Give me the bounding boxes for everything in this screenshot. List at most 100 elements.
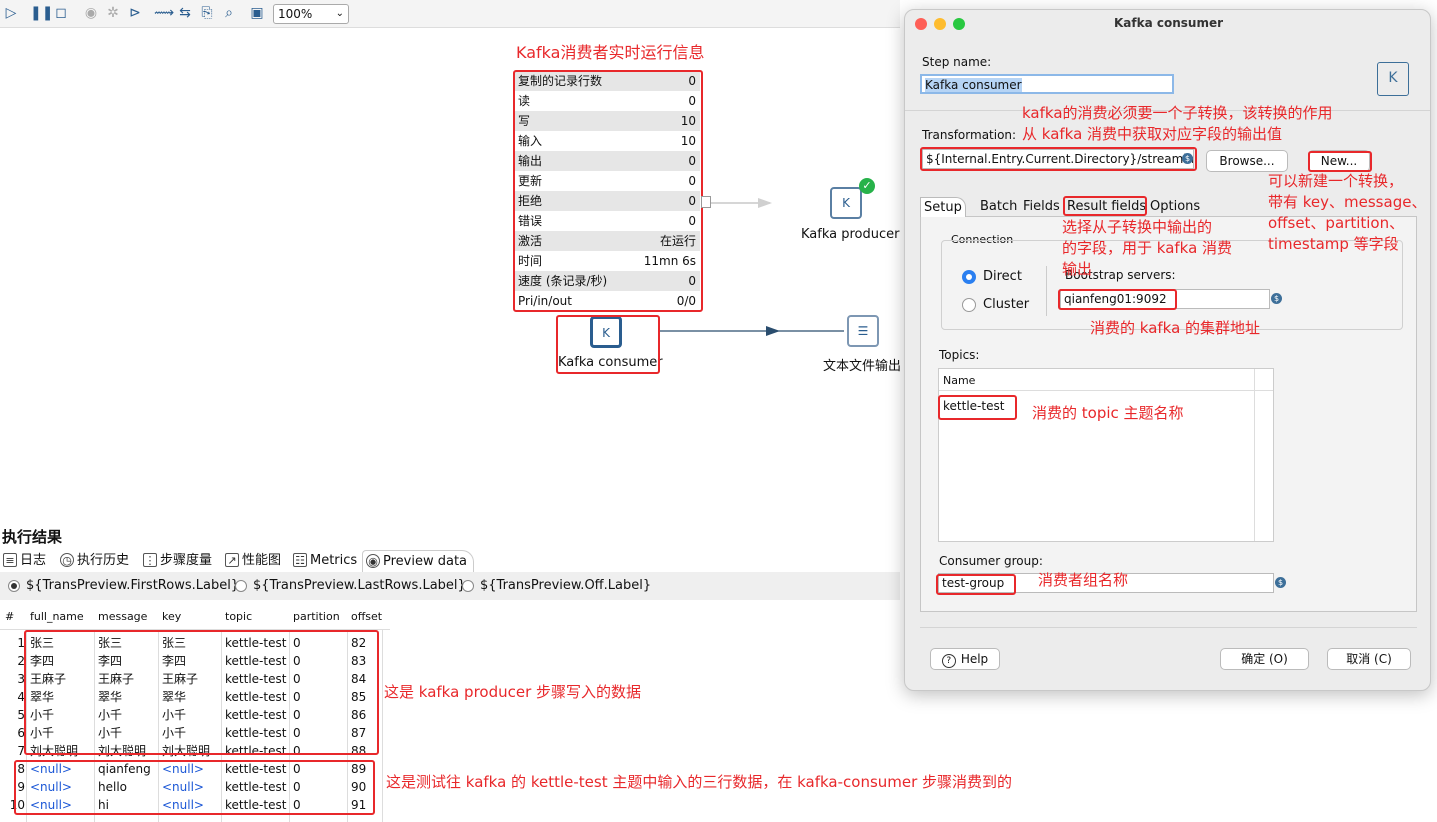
run-icon[interactable]: ▷ (2, 4, 20, 22)
minimize-window-button[interactable] (934, 18, 946, 30)
tab-preview-label: Preview data (383, 554, 468, 569)
logo-letter: K (1388, 70, 1398, 86)
tab-history-label: 执行历史 (77, 553, 130, 568)
new-note-line: offset、partition、 (1268, 214, 1405, 232)
result-fields-note-line: 的字段，用于 kafka 消费 (1062, 239, 1233, 257)
metrics-title: Kafka消费者实时运行信息 (516, 43, 705, 62)
help-button[interactable]: ? Help (930, 648, 1000, 670)
ok-button[interactable]: 确定 (O) (1220, 648, 1309, 670)
hop-arrow-text-output (766, 326, 780, 336)
footer-divider (920, 627, 1417, 628)
radio-dot (966, 274, 972, 280)
tab-metrics[interactable]: ☷ Metrics (290, 550, 357, 572)
tab-batch[interactable]: Batch (977, 197, 1020, 217)
grid-toggle-icon[interactable]: ▣ (248, 4, 266, 22)
dialog-titlebar: Kafka consumer (905, 10, 1430, 36)
file-icon: ☰ (857, 324, 869, 338)
new-note-line: timestamp 等字段 (1268, 235, 1399, 253)
consumer-group-label: Consumer group: (939, 554, 1043, 568)
grid-column-header[interactable]: message (98, 610, 147, 623)
transformation-note-2: 从 kafka 消费中获取对应字段的输出值 (1022, 125, 1283, 143)
grid-column-header[interactable]: # (5, 610, 14, 623)
transformation-highlight (920, 147, 1197, 171)
pause-icon[interactable]: ❚❚ (30, 4, 53, 22)
transformation-note-1: kafka的消费必须要一个子转换，该转换的作用 (1022, 104, 1333, 122)
tab-history[interactable]: ◷ 执行历史 (57, 550, 129, 572)
text-output-step-icon[interactable]: ☰ (847, 315, 879, 347)
cancel-button[interactable]: 取消 (C) (1327, 648, 1411, 670)
new-note-line: 可以新建一个转换， (1268, 172, 1404, 190)
bootstrap-note: 消费的 kafka 的集群地址 (1090, 319, 1261, 337)
gantt-icon: ☷ (293, 553, 307, 567)
radio-last-rows[interactable]: ${TransPreview.LastRows.Label} (235, 578, 466, 594)
chart-icon: ↗ (225, 553, 239, 567)
chevron-down-icon: ⌄ (335, 8, 344, 19)
new-note: 可以新建一个转换， 带有 key、message、 offset、partiti… (1268, 171, 1426, 255)
radio-off-label: ${TransPreview.Off.Label} (480, 578, 652, 593)
consumer-rows-note: 这是测试往 kafka 的 kettle-test 主题中输入的三行数据，在 k… (386, 773, 1013, 791)
result-fields-note-line: 输出 (1062, 260, 1093, 278)
radio-first-rows[interactable]: ${TransPreview.FirstRows.Label} (8, 578, 239, 594)
radio-last-rows-label: ${TransPreview.LastRows.Label} (253, 578, 466, 593)
tab-metrics-label: Metrics (310, 553, 358, 568)
zoom-window-button[interactable] (953, 18, 965, 30)
preview-icon[interactable]: ◉ (82, 4, 100, 22)
topics-name-header: Name (943, 374, 976, 387)
preview-mode-row: ${TransPreview.FirstRows.Label} ${TransP… (0, 572, 900, 600)
tab-performance[interactable]: ↗ 性能图 (222, 550, 281, 572)
impact-icon[interactable]: ⇆ (176, 4, 194, 22)
consumer-rows-highlight (14, 760, 375, 815)
sql-icon[interactable]: ⎘ (198, 4, 216, 22)
radio-direct[interactable] (962, 270, 976, 284)
tab-fields[interactable]: Fields (1020, 197, 1063, 217)
results-tabs: ≡ 日志 ◷ 执行历史 ⋮ 步骤度量 ↗ 性能图 ☷ Metrics ◉ Preview d… (0, 550, 900, 572)
consumer-group-note: 消费者组名称 (1038, 571, 1129, 589)
tab-setup[interactable]: Setup (920, 197, 966, 217)
hop-connector-icon (701, 196, 711, 208)
eye-icon: ◉ (366, 554, 380, 568)
grid-column-header[interactable]: partition (293, 610, 340, 623)
kafka-producer-step-icon[interactable]: K (830, 187, 862, 219)
browse-button[interactable]: Browse... (1206, 150, 1288, 172)
stop-icon[interactable]: ◻ (52, 4, 70, 22)
explore-db-icon[interactable]: ⌕ (220, 4, 238, 22)
tab-log[interactable]: ≡ 日志 (0, 550, 46, 572)
grid-column-header[interactable]: full_name (30, 610, 84, 623)
cluster-label: Cluster (983, 297, 1030, 312)
variable-icon[interactable]: $ (1271, 293, 1282, 304)
replay-icon[interactable]: ⊳ (126, 4, 144, 22)
text-output-label: 文本文件输出 (823, 359, 902, 374)
verify-icon[interactable]: ⟿ (154, 4, 174, 22)
toolbar: ▷ ❚❚ ◻ ◉ ✲ ⊳ ⟿ ⇆ ⎘ ⌕ ▣ 100% ⌄ (0, 0, 900, 28)
topic-highlight (938, 395, 1017, 420)
tab-step-metrics-label: 步骤度量 (160, 553, 213, 568)
topics-label: Topics: (939, 348, 980, 362)
tab-preview-data[interactable]: ◉ Preview data (362, 550, 474, 572)
step-name-input[interactable]: Kafka consumer (920, 74, 1174, 94)
radio-dot (8, 580, 20, 592)
topic-note: 消费的 topic 主题名称 (1032, 404, 1184, 422)
debug-icon[interactable]: ✲ (104, 4, 122, 22)
success-check-icon: ✓ (859, 178, 875, 194)
radio-off[interactable]: ${TransPreview.Off.Label} (462, 578, 651, 594)
help-icon: ? (941, 654, 956, 668)
log-icon: ≡ (3, 553, 17, 567)
results-title: 执行结果 (2, 528, 63, 546)
k-icon: K (842, 196, 850, 210)
hop-arrow-producer (758, 198, 772, 208)
zoom-select[interactable]: 100% ⌄ (273, 4, 349, 24)
step-name-value: Kafka consumer (925, 78, 1022, 92)
grid-column-header[interactable]: topic (225, 610, 252, 623)
close-window-button[interactable] (915, 18, 927, 30)
consumer-group-highlight (936, 574, 1016, 595)
variable-icon[interactable]: $ (1275, 577, 1286, 588)
grid-column-header[interactable]: key (162, 610, 181, 623)
transformation-label: Transformation: (922, 128, 1017, 142)
list-icon: ⋮ (143, 553, 157, 567)
radio-dot (462, 580, 474, 592)
producer-rows-note: 这是 kafka producer 步骤写入的数据 (384, 683, 642, 701)
grid-column-header[interactable]: offset (351, 610, 382, 623)
tab-options[interactable]: Options (1147, 197, 1203, 217)
tab-step-metrics[interactable]: ⋮ 步骤度量 (140, 550, 212, 572)
radio-cluster[interactable] (962, 298, 976, 312)
